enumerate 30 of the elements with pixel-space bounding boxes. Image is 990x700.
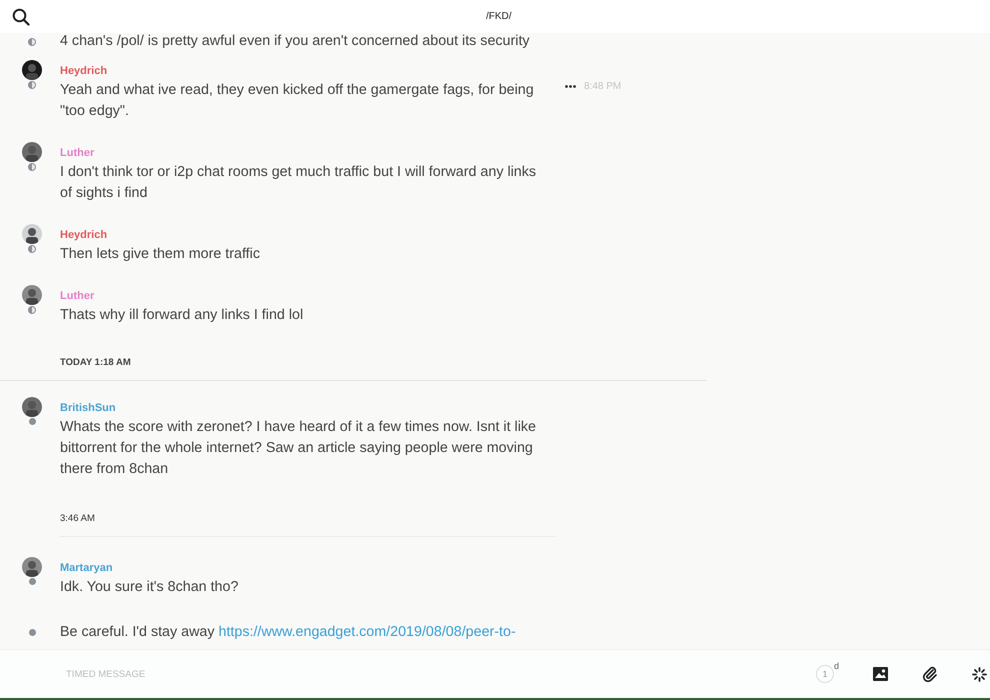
- more-icon[interactable]: [565, 85, 576, 88]
- author-name[interactable]: Martaryan: [60, 561, 113, 577]
- avatar[interactable]: [22, 60, 42, 80]
- paperclip-icon[interactable]: [922, 666, 938, 682]
- message-input[interactable]: TIMED MESSAGE: [64, 668, 268, 680]
- message-text: I don't think tor or i2p chat rooms get much traffic but I will forward any links of sights i find: [60, 163, 538, 203]
- author-name[interactable]: BritishSun: [60, 401, 116, 417]
- search-icon[interactable]: [12, 8, 30, 26]
- message-text: Be careful. I'd stay away https://www.engadget.com/2019/08/08/peer-to-: [60, 623, 517, 642]
- message-text: Yeah and what ive read, they even kicked off the gamergate fags, for being "too edgy".: [60, 81, 535, 121]
- author-name[interactable]: Luther: [60, 146, 94, 162]
- avatar[interactable]: [22, 224, 42, 244]
- message-text: 4 chan's /pol/ is pretty awful even if you aren't concerned about its security: [60, 33, 531, 51]
- author-name[interactable]: Heydrich: [60, 228, 108, 244]
- author-name[interactable]: Luther: [60, 289, 94, 305]
- avatar[interactable]: [22, 557, 42, 577]
- channel-title: /FKD/: [486, 11, 512, 22]
- message-text: Idk. You sure it's 8chan tho?: [60, 578, 240, 597]
- image-icon[interactable]: [873, 667, 888, 681]
- message-text: Then lets give them more traffic: [60, 245, 261, 264]
- author-name[interactable]: Heydrich: [60, 64, 108, 80]
- sparkle-icon[interactable]: [972, 666, 987, 682]
- avatar[interactable]: [22, 285, 42, 305]
- time-separator: 3:46 AM: [60, 513, 95, 524]
- message-link[interactable]: https://www.engadget.com/2019/08/08/peer-to-: [218, 624, 516, 640]
- avatar[interactable]: [22, 397, 42, 417]
- day-separator: TODAY 1:18 AM: [60, 357, 131, 368]
- message-text: Thats why ill forward any links I find lol: [60, 306, 304, 325]
- avatar[interactable]: [22, 142, 42, 162]
- message-text: Whats the score with zeronet? I have heard of it a few times now. Isnt it like bittorrent for the whole internet? Saw an article saying people were moving there from 8chan: [60, 418, 537, 479]
